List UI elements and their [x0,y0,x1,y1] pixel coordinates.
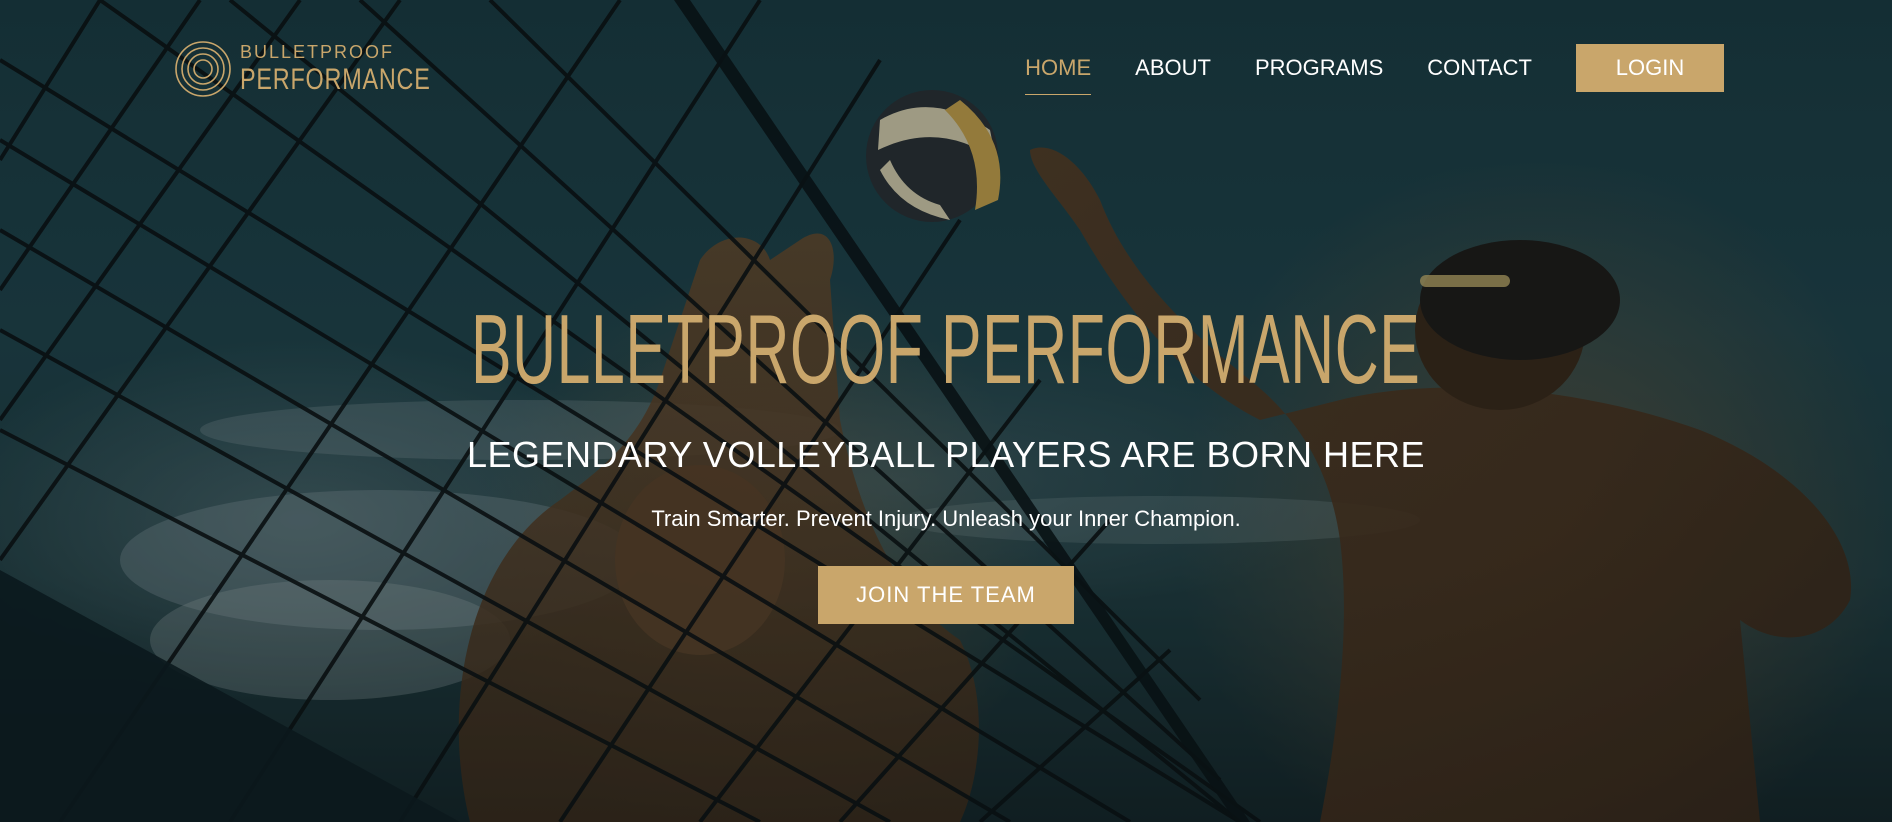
hero-title: BULLETPROOF PERFORMANCE [471,294,1421,404]
nav-home[interactable]: HOME [1025,47,1092,95]
main-nav: HOME ABOUT PROGRAMS CONTACT LOGIN [981,44,1724,95]
hero-content: BULLETPROOF PERFORMANCE LEGENDARY VOLLEY… [0,300,1892,624]
hero-section: BULLETPROOF PERFORMANCE HOME ABOUT PROGR… [0,0,1892,822]
brand-logo[interactable]: BULLETPROOF PERFORMANCE [174,38,484,100]
join-the-team-button[interactable]: JOIN THE TEAM [818,566,1074,624]
nav-contact[interactable]: CONTACT [1427,47,1532,89]
nav-about[interactable]: ABOUT [1135,47,1211,89]
concentric-rings-icon [175,41,231,97]
logo-top-text: BULLETPROOF [240,42,395,62]
logo-wordmark: BULLETPROOF PERFORMANCE [240,43,484,95]
hero-subtitle: LEGENDARY VOLLEYBALL PLAYERS ARE BORN HE… [466,434,1426,475]
nav-programs[interactable]: PROGRAMS [1255,47,1383,89]
logo-bottom-text: PERFORMANCE [240,63,431,96]
login-button[interactable]: LOGIN [1576,44,1724,92]
hero-tagline: Train Smarter. Prevent Injury. Unleash y… [651,506,1241,531]
